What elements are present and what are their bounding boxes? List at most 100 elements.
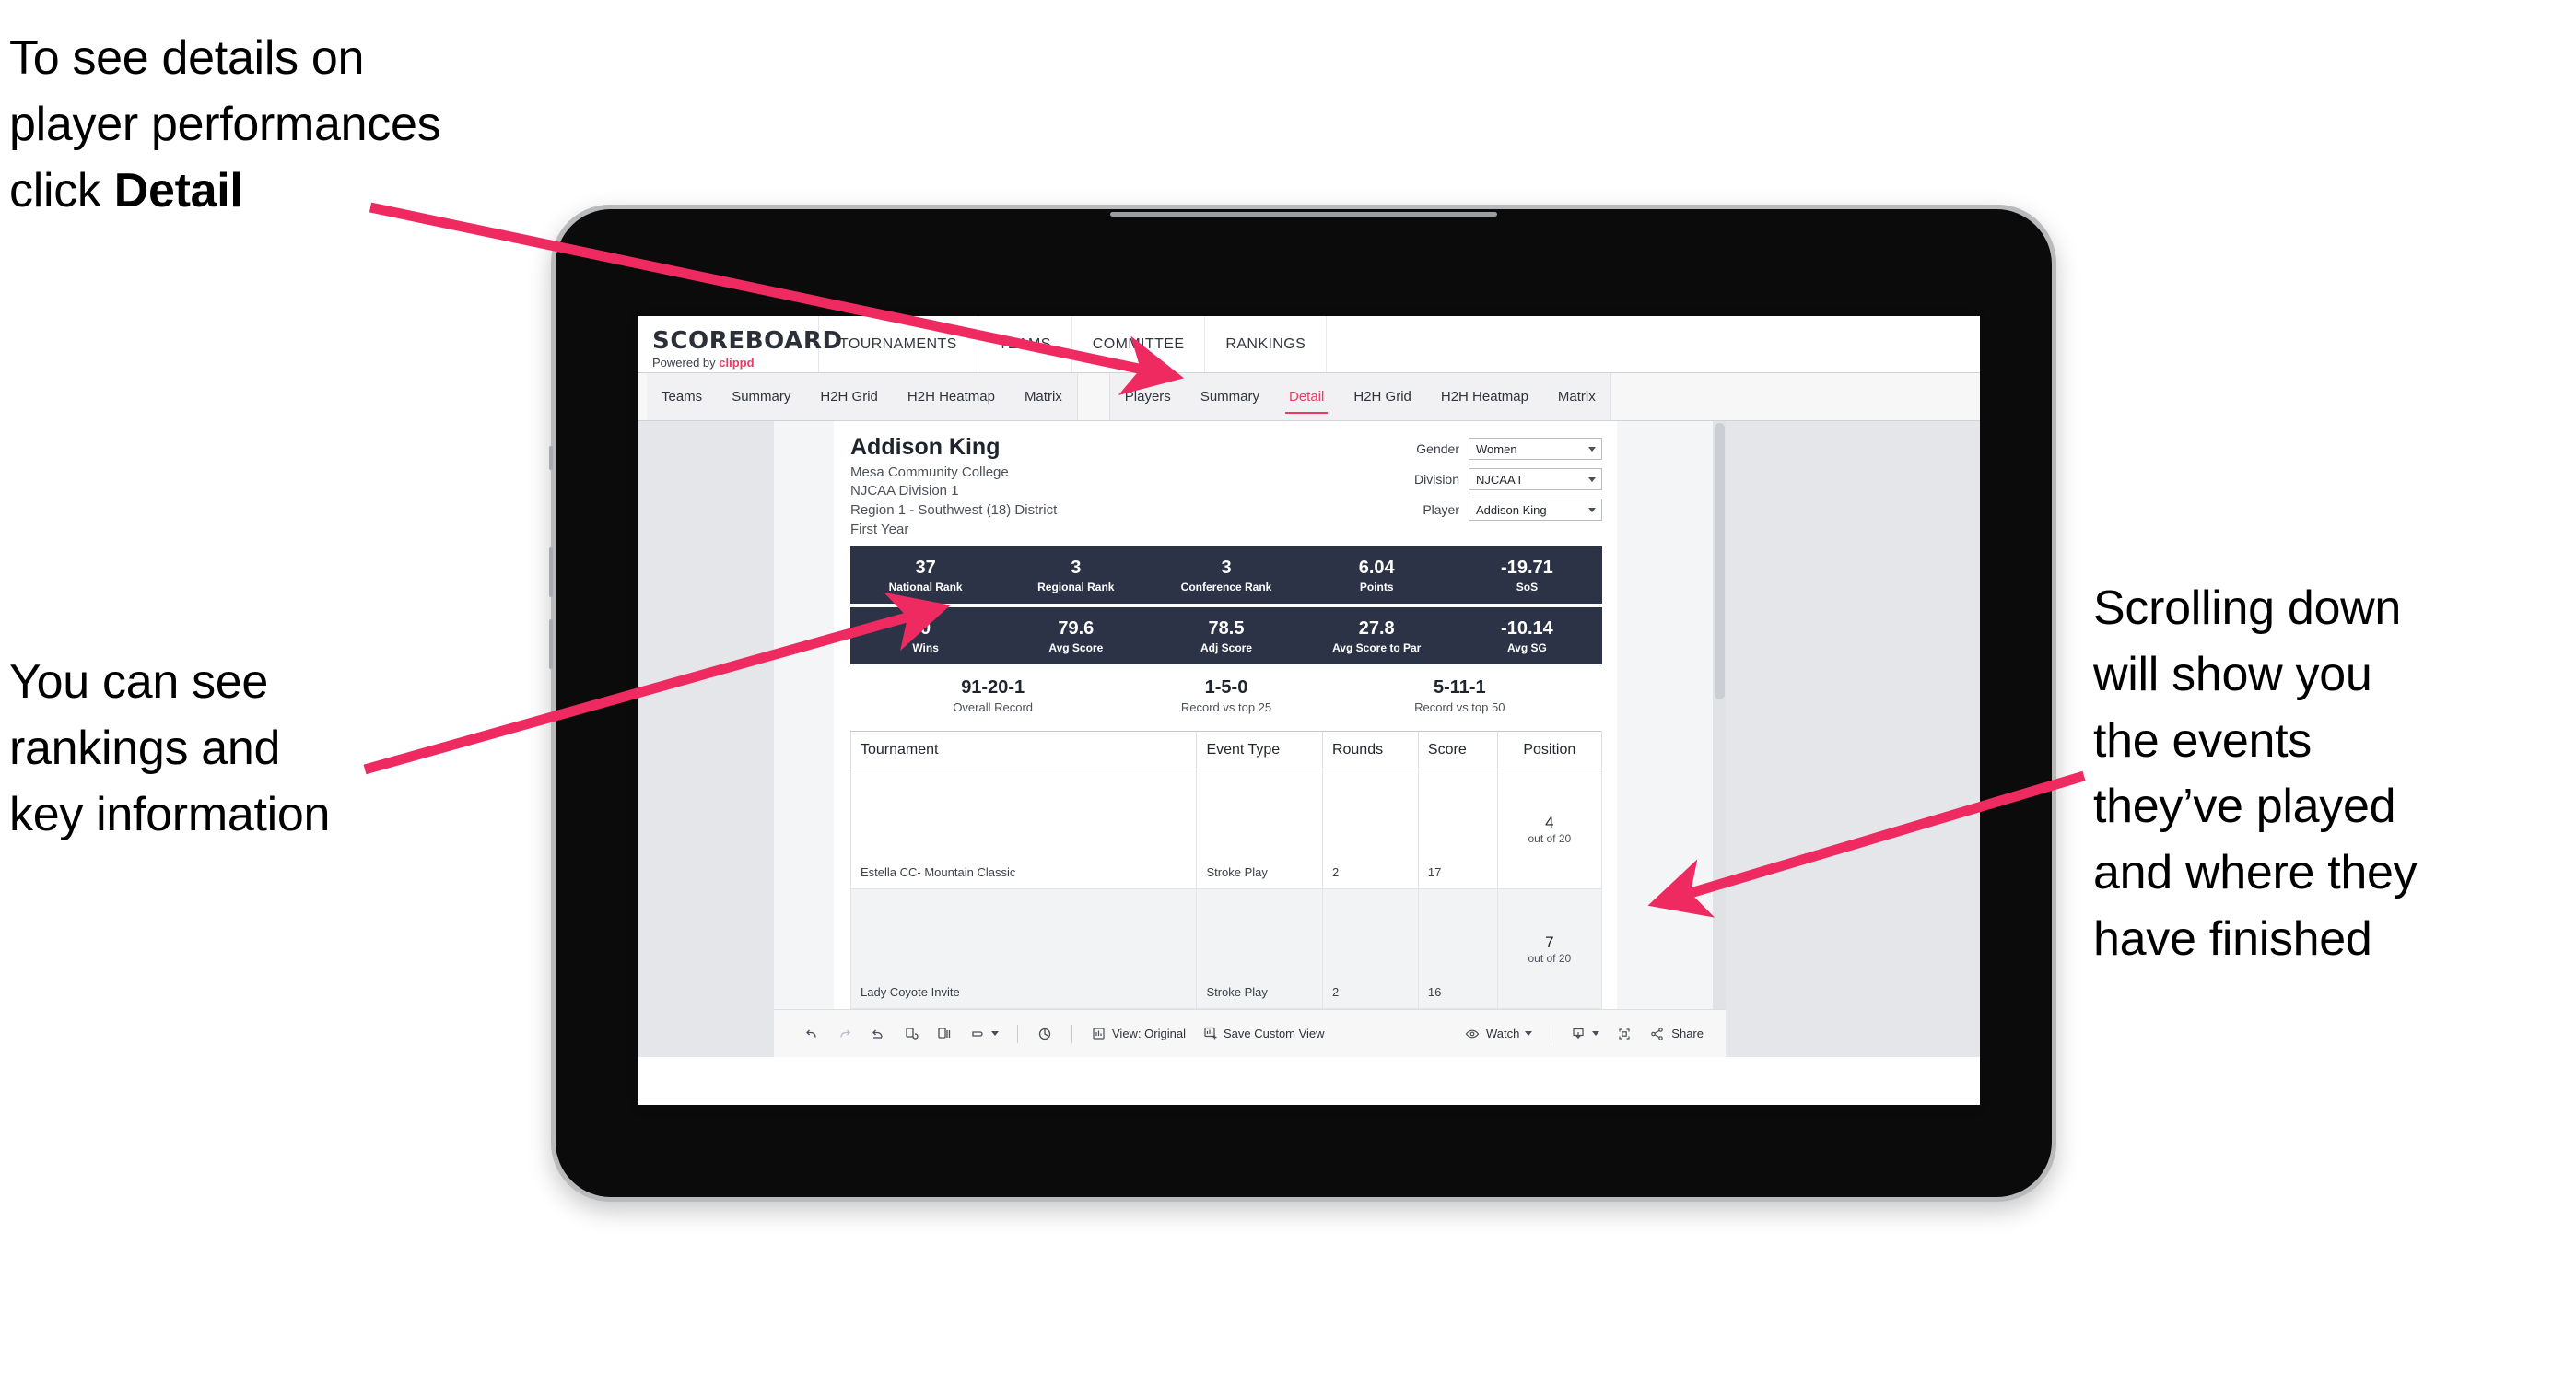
tab-teams-summary[interactable]: Summary	[717, 373, 805, 420]
save-custom-view-button[interactable]: Save Custom View	[1195, 1022, 1332, 1045]
filter-label-player: Player	[1423, 502, 1459, 517]
vertical-scrollbar-thumb[interactable]	[1715, 423, 1725, 699]
record-label-top50: Record vs top 50	[1414, 700, 1505, 715]
watch-label: Watch	[1485, 1027, 1520, 1040]
stat-value-wins: 0	[920, 617, 931, 639]
annotation-detail-line1: To see details on	[9, 31, 365, 85]
stat-label-national-rank: National Rank	[888, 580, 963, 593]
view-original-button[interactable]: View: Original	[1083, 1022, 1193, 1045]
undo-button[interactable]	[796, 1022, 827, 1046]
stat-label-avg-score-to-par: Avg Score to Par	[1332, 640, 1422, 654]
chevron-down-icon	[1588, 446, 1596, 452]
fullscreen-button[interactable]	[1609, 1022, 1640, 1046]
record-value-top25: 1-5-0	[1204, 677, 1248, 699]
tournament-results-table: Tournament Event Type Rounds Score Posit…	[849, 731, 1603, 1010]
table-row[interactable]: Lady Coyote Invite Stroke Play 2 16 7 ou…	[849, 888, 1603, 1010]
tab-players[interactable]: Players	[1110, 373, 1186, 420]
tab-players-summary[interactable]: Summary	[1186, 373, 1274, 420]
revert-button[interactable]	[862, 1022, 894, 1046]
nav-item-teams[interactable]: TEAMS	[978, 316, 1072, 372]
cell-event-type: Stroke Play	[1196, 769, 1323, 890]
tab-players-h2h-grid[interactable]: H2H Grid	[1339, 373, 1426, 420]
pause-updates-button[interactable]	[929, 1022, 960, 1046]
nav-label-teams: TEAMS	[998, 335, 1051, 352]
annotation-scroll-line1: Scrolling down	[2093, 581, 2401, 635]
nav-item-tournaments[interactable]: TOURNAMENTS	[819, 316, 978, 372]
record-overall: 91-20-1 Overall Record	[876, 677, 1109, 714]
table-header-tournament[interactable]: Tournament	[849, 731, 1198, 770]
stat-conference-rank: 3 Conference Rank	[1151, 558, 1301, 593]
stat-band-rankings: 37 National Rank 3 Regional Rank 3 Confe…	[850, 546, 1602, 605]
zoom-mode-button[interactable]	[962, 1022, 1006, 1046]
annotation-rankings-line1: You can see	[9, 655, 269, 709]
nav-label-tournaments: TOURNAMENTS	[839, 335, 957, 352]
redo-button[interactable]	[829, 1022, 861, 1046]
cell-event-type: Stroke Play	[1196, 888, 1323, 1010]
stat-label-avg-sg: Avg SG	[1506, 640, 1547, 654]
refresh-icon	[906, 1027, 919, 1040]
annotation-detail-hint: To see details on player performances cl…	[9, 26, 599, 224]
share-button[interactable]: Share	[1642, 1022, 1711, 1046]
filter-value-gender: Women	[1476, 441, 1517, 456]
annotation-rankings-line2: rankings and	[9, 721, 281, 775]
record-vs-top-50: 5-11-1 Record vs top 50	[1343, 677, 1576, 714]
stat-avg-score: 79.6 Avg Score	[1001, 618, 1151, 654]
tab-teams[interactable]: Teams	[647, 373, 717, 420]
logo-brand-clippd: clippd	[719, 356, 755, 370]
table-header-rounds[interactable]: Rounds	[1321, 731, 1419, 770]
refresh-data-button[interactable]	[896, 1022, 927, 1046]
pan-icon	[972, 1030, 983, 1037]
table-row[interactable]: Estella CC- Mountain Classic Stroke Play…	[849, 769, 1603, 890]
annotation-scroll-line3: the events	[2093, 713, 2312, 768]
annotation-scroll-line6: have finished	[2093, 911, 2372, 966]
filter-select-gender[interactable]: Women	[1469, 438, 1602, 460]
stat-avg-score-to-par: 27.8 Avg Score to Par	[1302, 618, 1452, 654]
tab-players-h2h-heatmap[interactable]: H2H Heatmap	[1426, 373, 1543, 420]
nav-item-committee[interactable]: COMMITTEE	[1072, 316, 1206, 372]
save-view-icon	[1204, 1027, 1217, 1040]
download-button[interactable]	[1563, 1022, 1607, 1046]
toolbar-divider	[1017, 1024, 1018, 1043]
app-logo[interactable]: SCOREBOARD Powered by clippd	[638, 316, 842, 372]
nav-item-rankings[interactable]: RANKINGS	[1205, 316, 1328, 372]
table-header-event-type[interactable]: Event Type	[1196, 731, 1323, 770]
table-header-position[interactable]: Position	[1496, 731, 1603, 770]
annotation-scroll-line4: they’ve played	[2093, 780, 2396, 834]
filter-value-player: Addison King	[1476, 502, 1547, 517]
vertical-scrollbar-track[interactable]	[1713, 421, 1726, 1057]
tab-teams-h2h-grid[interactable]: H2H Grid	[805, 373, 893, 420]
stat-wins: 0 Wins	[850, 618, 1001, 654]
filter-select-player[interactable]: Addison King	[1469, 499, 1602, 521]
stat-label-points: Points	[1359, 580, 1394, 593]
undo-icon	[806, 1029, 816, 1038]
record-band: 91-20-1 Overall Record 1-5-0 Record vs t…	[850, 664, 1602, 728]
stat-value-avg-score: 79.6	[1058, 617, 1095, 639]
tab-teams-h2h-heatmap[interactable]: H2H Heatmap	[893, 373, 1010, 420]
annotation-detail-line3: click Detail	[9, 159, 599, 225]
toolbar-divider	[1071, 1024, 1072, 1043]
pause-icon	[938, 1027, 951, 1039]
secondary-tab-strip: Teams Summary H2H Grid H2H Heatmap Matri…	[638, 373, 1980, 421]
tab-players-detail[interactable]: Detail	[1274, 373, 1339, 420]
highlight-button[interactable]	[1029, 1022, 1060, 1046]
view-icon	[1093, 1028, 1105, 1040]
filter-row-gender: Gender Women	[1414, 438, 1602, 460]
annotation-detail-line2: player performances	[9, 97, 441, 151]
annotation-rankings-line3: key information	[9, 787, 331, 841]
stat-value-adj-score: 78.5	[1208, 617, 1245, 639]
tab-players-matrix[interactable]: Matrix	[1543, 373, 1610, 420]
stat-value-points: 6.04	[1358, 557, 1395, 578]
annotation-scroll-hint: Scrolling down will show you the events …	[2093, 576, 2554, 973]
stat-points: 6.04 Points	[1302, 558, 1452, 593]
stat-label-wins: Wins	[912, 640, 939, 654]
tab-teams-matrix[interactable]: Matrix	[1010, 373, 1077, 420]
player-division: NJCAA Division 1	[850, 483, 959, 499]
filter-select-division[interactable]: NJCAA I	[1469, 468, 1602, 490]
nav-label-rankings: RANKINGS	[1225, 335, 1306, 352]
chevron-down-icon	[1588, 476, 1596, 482]
position-number: 7	[1545, 933, 1554, 951]
top-navigation-bar: SCOREBOARD Powered by clippd TOURNAMENTS…	[638, 316, 1980, 373]
annotation-detail-line3-bold: Detail	[113, 163, 243, 217]
table-header-score[interactable]: Score	[1417, 731, 1498, 770]
watch-button[interactable]: Watch	[1457, 1022, 1540, 1046]
